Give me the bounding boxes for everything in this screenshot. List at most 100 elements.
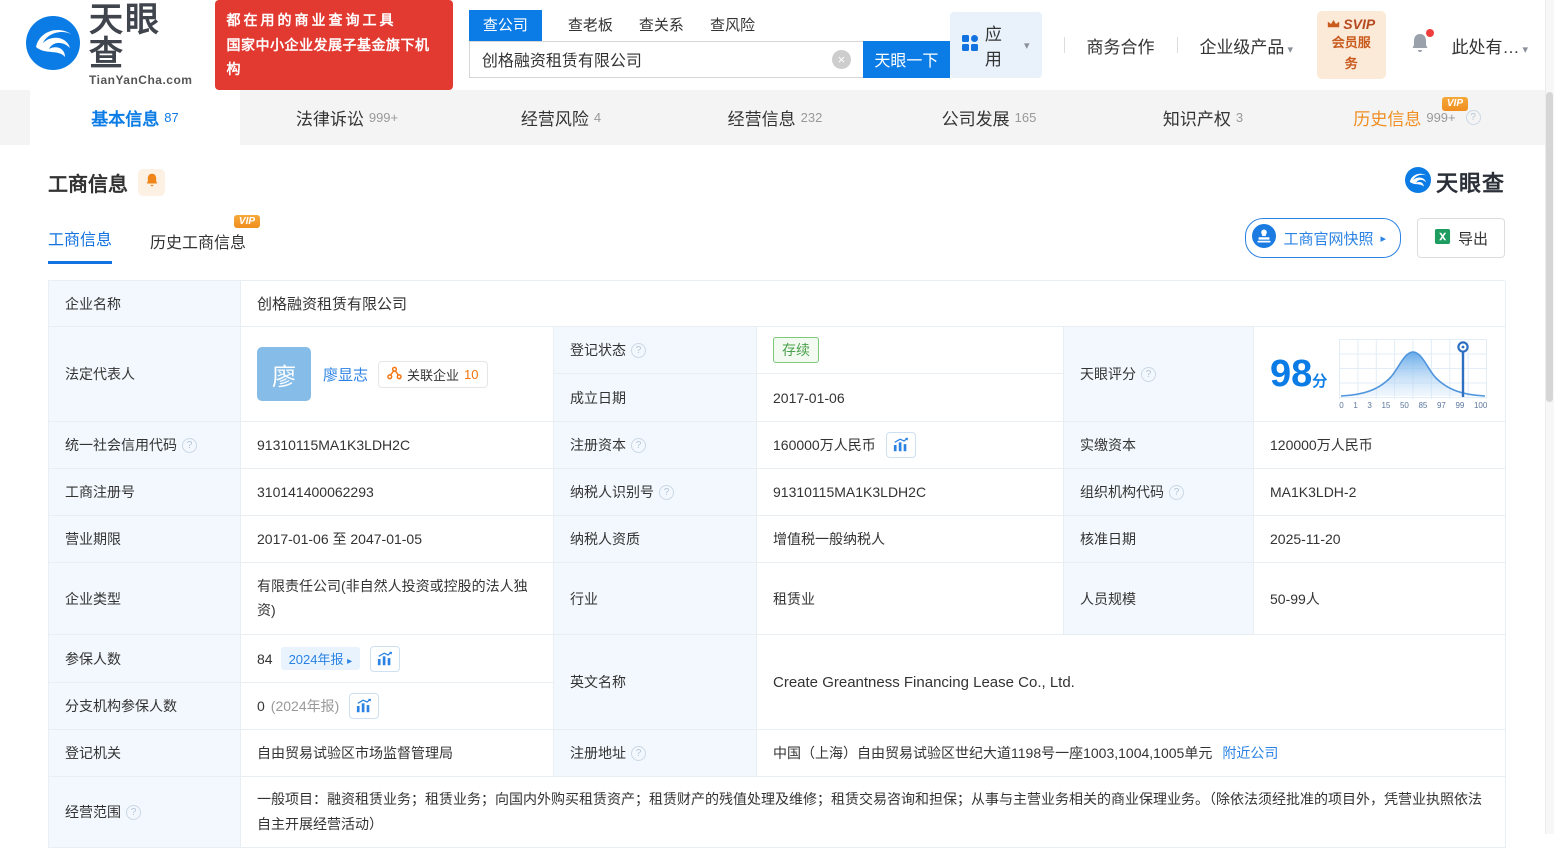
status-badge: 存续 [773, 337, 819, 363]
divider [1063, 37, 1065, 53]
bell-icon [1410, 33, 1430, 58]
annual-report-badge[interactable]: 2024年报 ▸ [280, 647, 361, 670]
help-icon[interactable]: ? [1465, 110, 1481, 125]
official-snapshot-button[interactable]: 工商官网快照 ▸ [1245, 218, 1401, 258]
reg-authority-value: 自由贸易试验区市场监督管理局 [241, 730, 554, 777]
vip-badge: VIP [1441, 97, 1468, 111]
search-tab-relation[interactable]: 查关系 [639, 10, 684, 41]
apps-label: 应用 [984, 25, 1002, 69]
paid-capital-value: 120000万人民币 [1254, 422, 1506, 469]
reg-address-value: 中国（上海）自由贸易试验区世纪大道1198号一座1003,1004,1005单元… [757, 730, 1506, 777]
tab-history-info[interactable]: VIP 历史信息 999+ ? [1310, 90, 1524, 145]
help-icon[interactable]: ? [1169, 484, 1184, 500]
scrollbar[interactable] [1545, 0, 1554, 834]
branch-insured-chart-button[interactable] [349, 693, 380, 719]
export-button[interactable]: 导出 [1416, 218, 1505, 258]
related-companies-badge[interactable]: 关联企业 10 [378, 360, 488, 388]
help-icon[interactable]: ? [1141, 366, 1156, 382]
score-axis: 0 1 3 15 50 85 97 99 100 [1339, 400, 1488, 410]
search-button[interactable]: 天眼一下 [862, 40, 950, 78]
help-icon[interactable]: ? [126, 804, 141, 820]
notification-dot [1425, 28, 1434, 37]
staff-size-label: 人员规模 [1064, 563, 1254, 635]
svip-member-button[interactable]: SVIP 会员服务 [1316, 11, 1386, 79]
reg-status-label: 登记状态? [554, 327, 757, 374]
promo-line2: 国家中小企业发展子基金旗下机构 [226, 36, 430, 78]
logo-title: 天眼查 [89, 1, 161, 73]
legal-rep-name-link[interactable]: 廖显志 [323, 364, 368, 385]
vip-badge: VIP [233, 215, 261, 228]
subtab-history-registration[interactable]: VIP 历史工商信息 [150, 215, 261, 264]
help-icon[interactable]: ? [631, 342, 646, 358]
score-value: 98 [1270, 353, 1313, 395]
account-menu[interactable]: 此处有… ▾ [1452, 33, 1529, 58]
search-tab-risk[interactable]: 查风险 [710, 10, 755, 41]
reg-number-label: 工商注册号 [49, 469, 241, 516]
notifications-button[interactable] [1410, 28, 1434, 59]
establish-date-value: 2017-01-06 [757, 374, 1064, 422]
biz-coop-link[interactable]: 商务合作 [1087, 33, 1155, 58]
english-name-value: Create Greantness Financing Lease Co., L… [757, 635, 1506, 730]
search-input[interactable] [468, 40, 863, 78]
tab-intellectual-property[interactable]: 知识产权 3 [1096, 90, 1310, 145]
tab-business-info[interactable]: 经营信息 232 [668, 90, 882, 145]
business-term-label: 营业期限 [49, 516, 241, 563]
nearby-companies-link[interactable]: 附近公司 [1222, 743, 1278, 763]
enterprise-products-link[interactable]: 企业级产品 ▾ [1199, 33, 1293, 58]
tab-company-development[interactable]: 公司发展 165 [882, 90, 1096, 145]
score-label: 天眼评分? [1064, 327, 1254, 422]
tab-legal-proceedings[interactable]: 法律诉讼 999+ [240, 90, 454, 145]
chevron-down-icon: ▾ [1522, 43, 1529, 56]
search-tab-boss[interactable]: 查老板 [568, 10, 613, 41]
subtab-business-registration[interactable]: 工商信息 [48, 226, 113, 264]
score-distribution-chart: 0 1 3 15 50 85 97 99 100 [1339, 338, 1488, 410]
chevron-down-icon: ▾ [1024, 39, 1030, 52]
stamp-icon [1252, 224, 1277, 252]
search-tab-company[interactable]: 查公司 [468, 9, 542, 41]
help-icon[interactable]: ? [659, 484, 674, 500]
header-right: 应用 ▾ 商务合作 企业级产品 ▾ SVIP 会员服务 此处有… ▾ [949, 11, 1529, 79]
scrollbar-thumb[interactable] [1546, 92, 1553, 402]
insured-value: 84 2024年报 ▸ [241, 635, 554, 683]
help-icon[interactable]: ? [182, 437, 197, 453]
establish-date-label: 成立日期 [554, 374, 757, 422]
business-info-table: 企业名称 创格融资租赁有限公司 法定代表人 廖 廖显志 关联企业 10 登记状态… [48, 280, 1506, 848]
logo-domain: TianYanCha.com [89, 73, 193, 87]
score-cell[interactable]: 98分 0 1 3 15 50 85 97 99 100 [1254, 327, 1506, 422]
capital-chart-button[interactable] [885, 432, 916, 458]
business-term-value: 2017-01-06 至 2047-01-05 [241, 516, 554, 563]
company-nav-tabs: 基本信息 87 法律诉讼 999+ 经营风险 4 经营信息 232 公司发展 165 知识… [0, 90, 1554, 145]
help-icon[interactable]: ? [631, 745, 646, 761]
reg-address-label: 注册地址? [554, 730, 757, 777]
business-scope-label: 经营范围? [49, 777, 241, 848]
taxpayer-quality-label: 纳税人资质 [554, 516, 757, 563]
reg-capital-label: 注册资本? [554, 422, 757, 469]
org-code-label: 组织机构代码? [1064, 469, 1254, 516]
english-name-label: 英文名称 [554, 635, 757, 730]
promo-line1: 都在用的商业查询工具 [226, 12, 397, 29]
insured-label: 参保人数 [49, 635, 241, 683]
tab-basic-info[interactable]: 基本信息 87 [30, 90, 240, 145]
company-type-label: 企业类型 [49, 563, 241, 635]
chevron-right-icon: ▸ [1380, 232, 1386, 245]
apps-menu[interactable]: 应用 ▾ [949, 12, 1042, 78]
search-tabs: 查公司 查老板 查关系 查风险 [468, 9, 950, 41]
crown-icon [1327, 15, 1340, 33]
search-area: 查公司 查老板 查关系 查风险 × 天眼一下 [468, 9, 950, 78]
credit-code-label: 统一社会信用代码? [49, 422, 241, 469]
legal-rep-avatar[interactable]: 廖 [257, 347, 311, 401]
legal-rep-label: 法定代表人 [49, 327, 241, 422]
monitor-bell-button[interactable] [138, 168, 165, 196]
clear-search-icon[interactable]: × [831, 49, 851, 69]
help-icon[interactable]: ? [631, 437, 646, 453]
tab-operating-risk[interactable]: 经营风险 4 [454, 90, 668, 145]
reg-status-value: 存续 [757, 327, 1064, 374]
credit-code-value: 91310115MA1K3LDH2C [241, 422, 554, 469]
org-code-value: MA1K3LDH-2 [1254, 469, 1506, 516]
insured-chart-button[interactable] [370, 645, 401, 672]
tianyancha-logo-icon [1404, 166, 1431, 198]
site-logo[interactable]: 天眼查 TianYanCha.com [26, 3, 195, 87]
branch-insured-label: 分支机构参保人数 [49, 683, 241, 730]
branch-insured-value: 0 (2024年报) [241, 683, 554, 730]
reg-authority-label: 登记机关 [49, 730, 241, 777]
